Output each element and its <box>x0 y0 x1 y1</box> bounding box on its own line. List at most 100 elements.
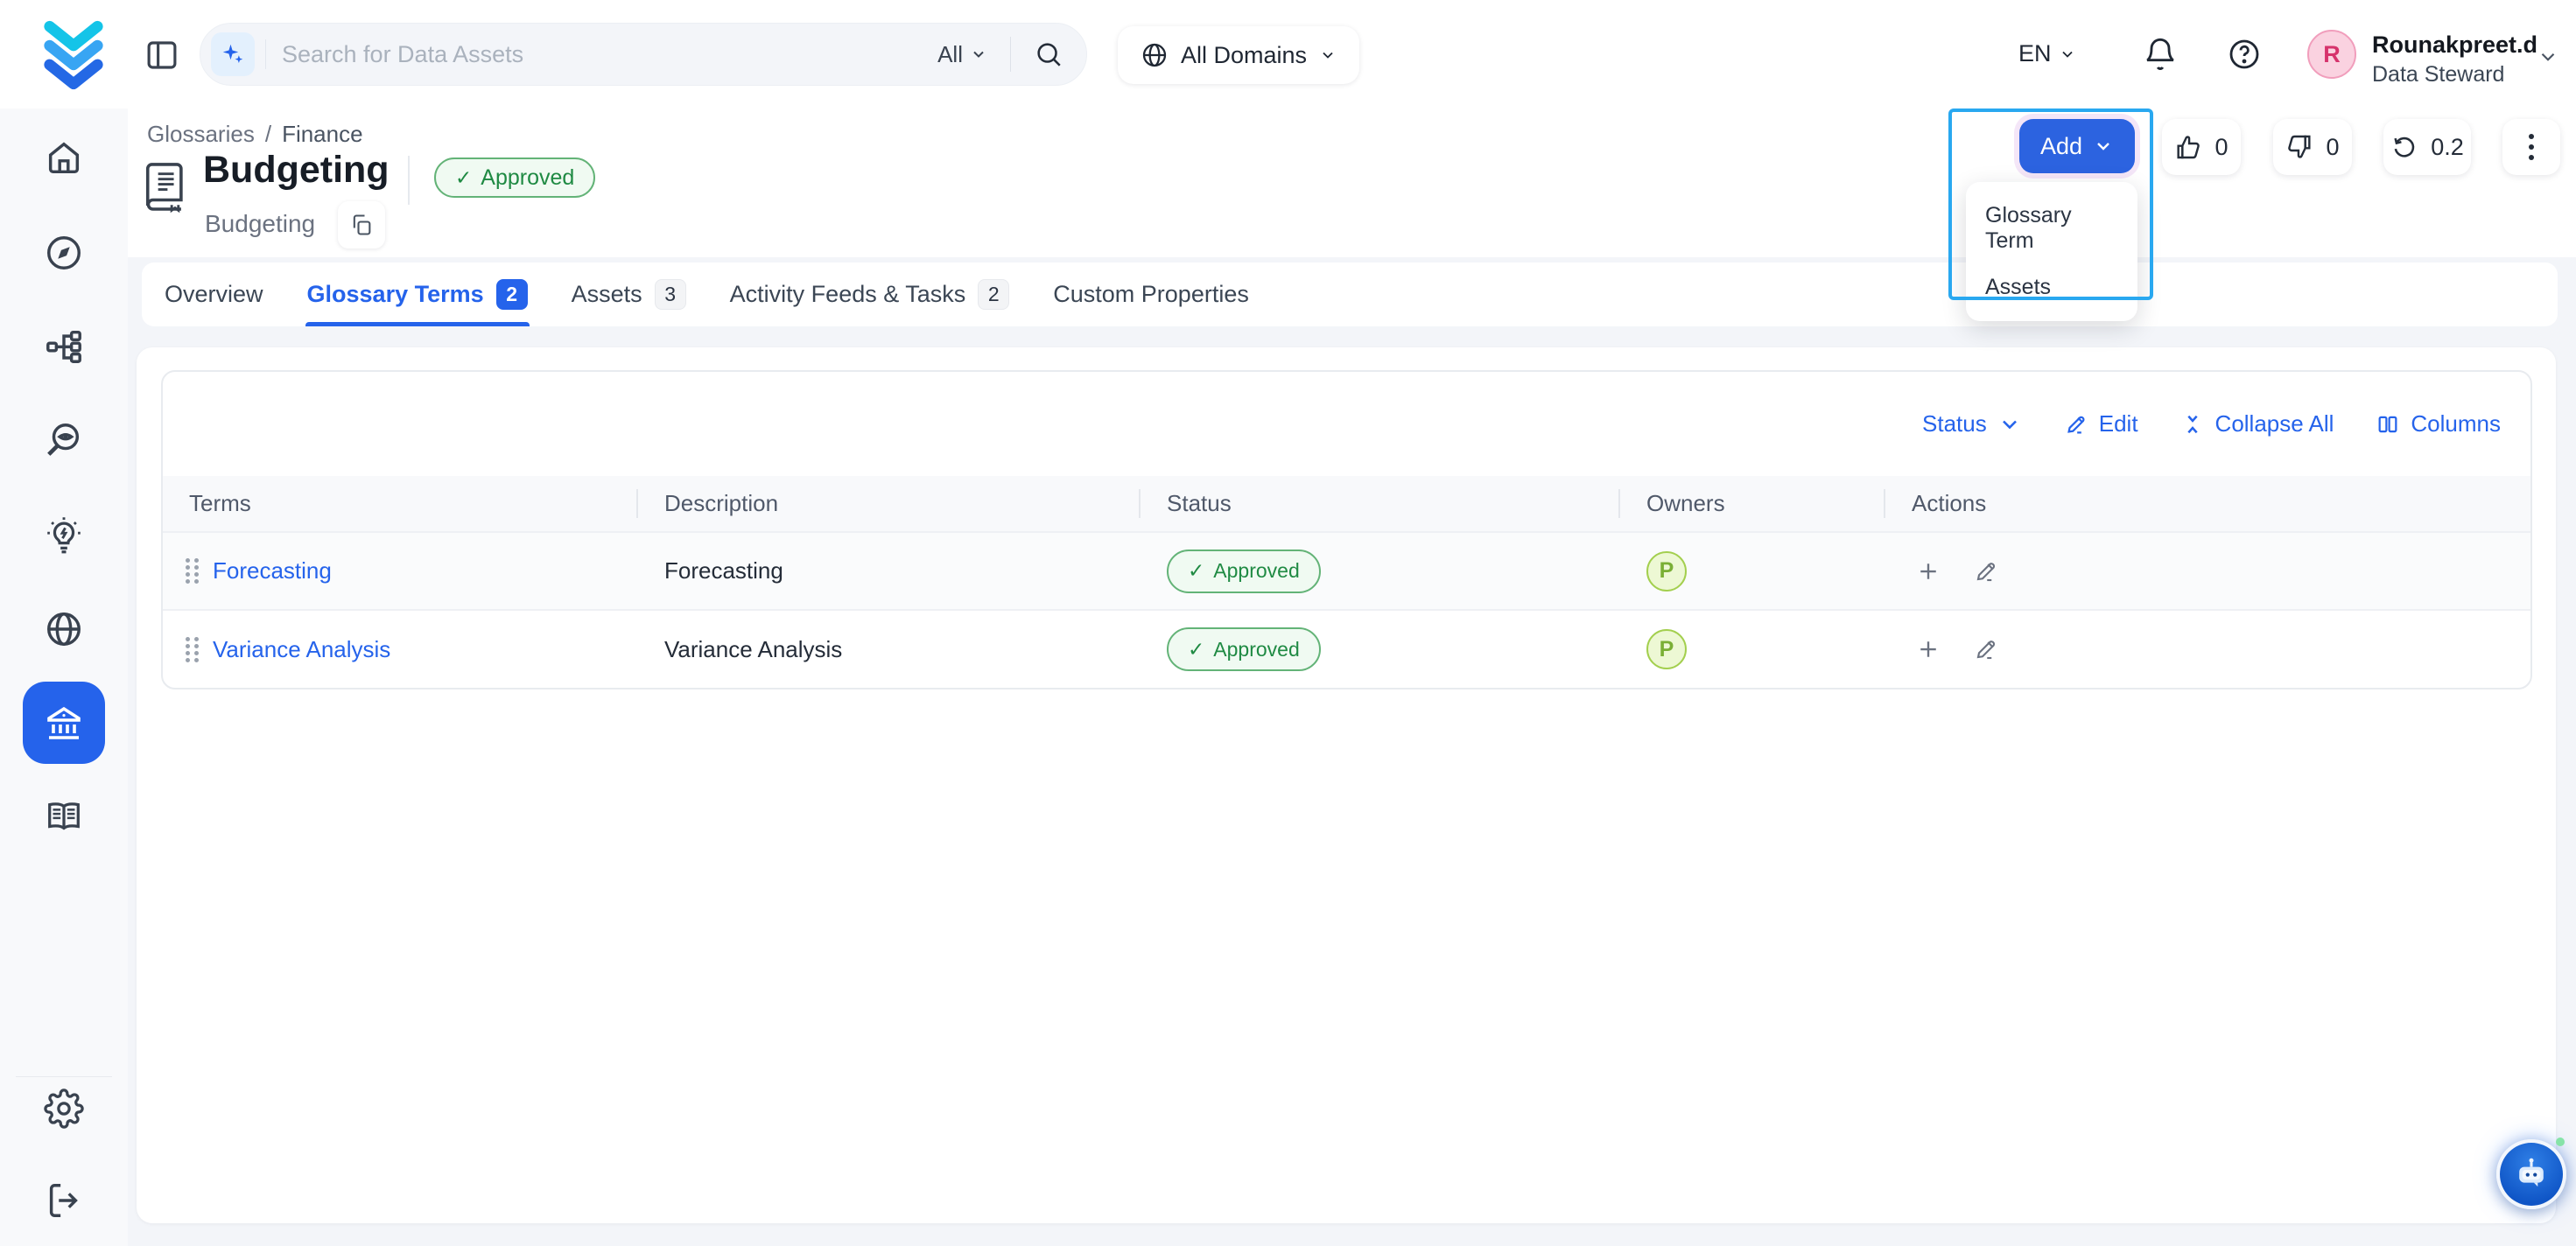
thumbs-down-icon <box>2285 133 2313 161</box>
app-logo-icon <box>39 19 109 91</box>
column-header-actions[interactable]: Actions <box>1885 476 2530 531</box>
columns-button[interactable]: Columns <box>2376 410 2501 438</box>
sidebar-item-governance-active[interactable] <box>23 682 105 764</box>
status-badge: ✓ Approved <box>1167 627 1321 671</box>
help-icon[interactable] <box>2227 37 2262 72</box>
all-domains-button[interactable]: All Domains <box>1118 26 1359 84</box>
column-header-owners[interactable]: Owners <box>1620 476 1885 531</box>
tab-activity-feeds[interactable]: Activity Feeds & Tasks2 <box>730 262 1010 326</box>
thumbs-up-icon <box>2174 133 2202 161</box>
chevron-down-icon <box>2093 136 2114 157</box>
terms-table-container: Status Edit <box>161 370 2532 690</box>
sidebar-item-domains-icon[interactable] <box>44 609 84 649</box>
search-icon[interactable] <box>1034 39 1063 69</box>
add-button[interactable]: Add <box>2019 119 2135 173</box>
drag-handle-icon[interactable] <box>186 558 199 584</box>
status-filter-dropdown[interactable]: Status <box>1922 410 2022 438</box>
pencil-icon <box>2064 412 2088 437</box>
add-term-icon[interactable] <box>1915 636 1941 662</box>
tab-count-badge: 2 <box>978 279 1009 310</box>
tab-glossary-terms[interactable]: Glossary Terms2 <box>307 262 528 326</box>
tab-count-badge: 3 <box>655 279 686 310</box>
online-status-dot <box>2556 1138 2565 1146</box>
user-menu[interactable]: Rounakpreet.d Data Steward <box>2372 32 2537 88</box>
chat-assistant-button[interactable] <box>2496 1139 2566 1209</box>
left-sidebar <box>0 108 128 1246</box>
term-link[interactable]: Variance Analysis <box>213 636 390 663</box>
chevron-down-icon <box>1997 412 2022 437</box>
language-selector[interactable]: EN <box>2018 40 2076 67</box>
user-avatar[interactable]: R <box>2307 30 2356 79</box>
tab-custom-properties[interactable]: Custom Properties <box>1053 262 1249 326</box>
user-name: Rounakpreet.d <box>2372 32 2537 59</box>
search-scope-dropdown[interactable]: All <box>937 41 987 68</box>
sidebar-item-logout-icon[interactable] <box>44 1180 84 1221</box>
ai-sparkle-icon[interactable] <box>211 32 255 76</box>
add-term-icon[interactable] <box>1915 558 1941 584</box>
sidebar-item-observability-icon[interactable] <box>44 420 84 460</box>
glossary-book-icon <box>140 159 191 214</box>
menu-item-assets[interactable]: Assets <box>1966 264 2137 311</box>
term-link[interactable]: Forecasting <box>213 557 332 584</box>
column-header-status[interactable]: Status <box>1141 476 1620 531</box>
version-history-icon <box>2390 133 2418 161</box>
page-title: Budgeting <box>203 149 390 192</box>
notifications-bell-icon[interactable] <box>2143 37 2178 72</box>
search-input[interactable] <box>266 41 937 68</box>
collapse-vertical-icon <box>2180 412 2205 437</box>
sidebar-item-insights-icon[interactable] <box>44 515 84 556</box>
glossary-terms-card: Status Edit <box>137 347 2556 1223</box>
sidebar-divider <box>16 1076 112 1077</box>
chevron-down-icon <box>970 46 987 63</box>
breadcrumb-glossaries[interactable]: Glossaries <box>147 121 255 148</box>
top-navigation-bar: All All Domains EN R Rounak <box>0 0 2576 108</box>
check-icon: ✓ <box>1188 559 1204 583</box>
app-window: All All Domains EN R Rounak <box>0 0 2576 1246</box>
bank-icon <box>43 702 85 744</box>
kebab-menu-icon <box>2529 134 2534 160</box>
content-area: Overview Glossary Terms2 Assets3 Activit… <box>128 257 2576 1246</box>
edit-term-icon[interactable] <box>1973 558 1999 584</box>
sidebar-item-glossary-icon[interactable] <box>44 796 84 836</box>
breadcrumb: Glossaries / Finance <box>147 121 363 148</box>
user-role: Data Steward <box>2372 62 2537 88</box>
tab-count-badge: 2 <box>496 279 528 310</box>
sidebar-item-explore-icon[interactable] <box>44 233 84 273</box>
sidebar-item-lineage-icon[interactable] <box>44 326 84 367</box>
status-badge: ✓ Approved <box>434 158 595 198</box>
global-search-bar: All <box>200 23 1087 86</box>
table-row: Forecasting Forecasting ✓ Approved P <box>163 531 2530 609</box>
sidebar-item-home-icon[interactable] <box>44 137 84 178</box>
search-divider-2 <box>1010 37 1011 72</box>
upvote-count: 0 <box>2215 134 2228 161</box>
more-options-button[interactable] <box>2502 119 2560 175</box>
menu-item-glossary-term[interactable]: Glossary Term <box>1966 192 2137 264</box>
table-row: Variance Analysis Variance Analysis ✓ Ap… <box>163 609 2530 688</box>
drag-handle-icon[interactable] <box>186 637 199 662</box>
edit-button[interactable]: Edit <box>2064 410 2138 438</box>
edit-term-icon[interactable] <box>1973 636 1999 662</box>
tab-assets[interactable]: Assets3 <box>572 262 686 326</box>
owner-avatar[interactable]: P <box>1646 551 1687 592</box>
sidebar-toggle-icon[interactable] <box>144 37 180 74</box>
version-button[interactable]: 0.2 <box>2383 119 2471 175</box>
title-divider <box>408 156 410 205</box>
breadcrumb-separator: / <box>265 121 271 148</box>
term-description: Variance Analysis <box>638 636 1141 663</box>
copy-button[interactable] <box>338 201 385 248</box>
upvote-button[interactable]: 0 <box>2162 119 2241 175</box>
column-header-description[interactable]: Description <box>638 476 1141 531</box>
chevron-down-icon[interactable] <box>2537 46 2559 68</box>
version-number: 0.2 <box>2431 134 2464 161</box>
sidebar-item-settings-icon[interactable] <box>44 1088 84 1129</box>
breadcrumb-finance[interactable]: Finance <box>282 121 363 148</box>
column-header-terms[interactable]: Terms <box>163 476 638 531</box>
downvote-button[interactable]: 0 <box>2273 119 2352 175</box>
owner-avatar[interactable]: P <box>1646 629 1687 669</box>
page-subtitle: Budgeting <box>205 210 315 238</box>
chevron-down-icon <box>1319 46 1337 64</box>
collapse-all-button[interactable]: Collapse All <box>2180 410 2334 438</box>
main-content: Glossaries / Finance Budgeting ✓ Approve… <box>128 108 2576 1246</box>
tab-overview[interactable]: Overview <box>165 262 263 326</box>
check-icon: ✓ <box>1188 638 1204 662</box>
